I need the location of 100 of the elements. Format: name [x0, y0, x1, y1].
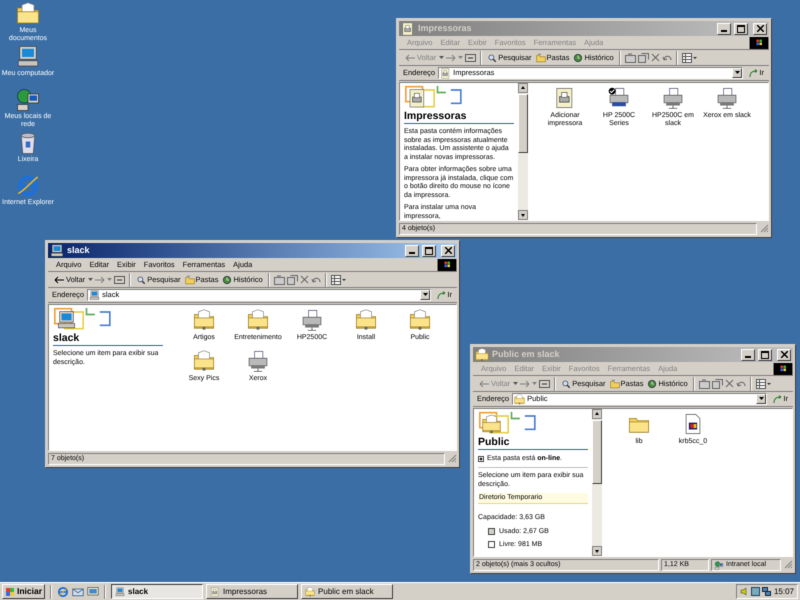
printer-folder-icon	[440, 68, 452, 78]
maximize-icon	[761, 350, 769, 358]
window-title: Impressoras	[418, 22, 472, 35]
history-icon	[647, 378, 658, 388]
panel-title: Public	[478, 436, 511, 449]
history-icon	[573, 52, 584, 62]
folder-tree-icon	[184, 274, 195, 284]
printer-icon[interactable]	[301, 309, 323, 331]
shared-folder-icon[interactable]	[193, 350, 215, 372]
dropdown-button[interactable]	[732, 68, 742, 78]
close-button[interactable]	[441, 244, 455, 256]
globe-e-icon[interactable]	[16, 174, 40, 198]
go-arrow-icon	[437, 290, 446, 300]
minimize-button[interactable]	[741, 348, 755, 360]
views-grid-icon[interactable]	[756, 378, 771, 388]
undo-arrow-icon[interactable]	[310, 276, 321, 284]
dropdown-button[interactable]	[756, 394, 766, 404]
undo-arrow-icon[interactable]	[662, 54, 672, 62]
printer-folder-icon	[401, 22, 415, 36]
folder-icon[interactable]	[16, 2, 40, 26]
close-button[interactable]	[753, 22, 767, 34]
close-icon	[756, 25, 764, 32]
forward-arrow-icon[interactable]	[446, 54, 456, 62]
printer-icon[interactable]	[247, 350, 269, 372]
network-globe-icon[interactable]	[16, 88, 40, 112]
scrollbar[interactable]	[518, 83, 528, 220]
maximize-button[interactable]	[758, 348, 772, 360]
shared-folder-icon	[305, 586, 316, 596]
delete-x-icon[interactable]	[650, 53, 660, 62]
caret-icon	[734, 71, 740, 75]
panel-title: Impressoras	[404, 110, 468, 123]
delete-x-icon[interactable]	[300, 275, 309, 284]
maximize-icon	[737, 24, 745, 32]
go-arrow-icon	[749, 68, 758, 78]
back-arrow-icon	[479, 380, 489, 388]
dropdown-button[interactable]	[420, 290, 430, 300]
window-title: slack	[67, 244, 90, 257]
resize-grip-icon[interactable]	[447, 453, 457, 463]
caret-icon[interactable]	[107, 278, 112, 282]
caret-icon[interactable]	[439, 56, 444, 60]
search-icon	[561, 378, 572, 388]
network-printer-icon[interactable]	[716, 87, 738, 109]
close-icon	[444, 247, 452, 254]
window-title: Public em slack	[492, 348, 560, 361]
history-icon	[222, 274, 232, 284]
views-grid-icon[interactable]	[682, 52, 697, 62]
computer-icon[interactable]	[16, 45, 40, 69]
search-icon	[487, 52, 498, 62]
folder-tree-icon	[536, 52, 546, 62]
computer-icon	[50, 244, 64, 258]
scrollbar-thumb[interactable]	[518, 94, 528, 152]
maximize-button[interactable]	[734, 22, 748, 34]
caret-icon[interactable]	[532, 382, 538, 386]
speaker-icon[interactable]	[740, 587, 749, 596]
shared-folder-icon[interactable]	[193, 309, 215, 331]
resize-grip-icon[interactable]	[759, 223, 769, 233]
caret-icon	[758, 397, 764, 401]
printer-check-icon[interactable]	[608, 87, 630, 109]
clock: 15:07	[774, 586, 794, 598]
windows-flag-icon	[5, 586, 15, 596]
printer-folder-icon	[210, 586, 220, 596]
globe-computer-icon	[714, 560, 724, 570]
scrollbar-thumb[interactable]	[592, 420, 602, 484]
close-button[interactable]	[777, 348, 791, 360]
forward-arrow-icon[interactable]	[520, 380, 530, 388]
globe-e-icon[interactable]	[57, 586, 70, 598]
caret-icon[interactable]	[513, 382, 518, 386]
undo-arrow-icon[interactable]	[736, 380, 746, 388]
minimize-button[interactable]	[717, 22, 731, 34]
windows-flag-logo-icon	[773, 362, 793, 374]
minimize-icon	[409, 252, 415, 254]
taskbar-button[interactable]: slack	[111, 584, 204, 599]
views-grid-icon[interactable]	[330, 274, 346, 284]
minimize-button[interactable]	[405, 244, 419, 256]
shared-folder-icon[interactable]	[247, 309, 269, 331]
close-icon	[780, 351, 788, 358]
taskbar-button[interactable]: Public em slack	[301, 584, 394, 599]
taskbar-button[interactable]: Impressoras	[206, 584, 298, 599]
forward-arrow-icon[interactable]	[95, 276, 106, 284]
shared-folder-icon	[475, 348, 489, 362]
network-printer-icon[interactable]	[662, 87, 684, 109]
caret-icon[interactable]	[88, 278, 94, 282]
search-icon	[136, 274, 146, 284]
network-computers-icon[interactable]	[762, 587, 771, 596]
shared-folder-icon[interactable]	[355, 309, 377, 331]
back-arrow-icon	[54, 276, 64, 284]
shared-folder-icon[interactable]	[409, 309, 431, 331]
delete-x-icon[interactable]	[724, 379, 734, 388]
plus-box-icon[interactable]	[478, 456, 484, 462]
resize-grip-icon[interactable]	[783, 559, 793, 569]
mail-icon[interactable]	[72, 586, 84, 598]
minimize-icon	[721, 30, 727, 32]
caret-icon[interactable]	[458, 56, 464, 60]
desktop-icon[interactable]	[87, 586, 100, 598]
folder-tree-icon	[610, 378, 620, 388]
scrollbar[interactable]	[592, 409, 602, 556]
maximize-button[interactable]	[422, 244, 436, 256]
minimize-icon	[745, 356, 751, 358]
computer-icon	[115, 586, 126, 596]
start-button[interactable]: Iniciar	[2, 584, 46, 599]
